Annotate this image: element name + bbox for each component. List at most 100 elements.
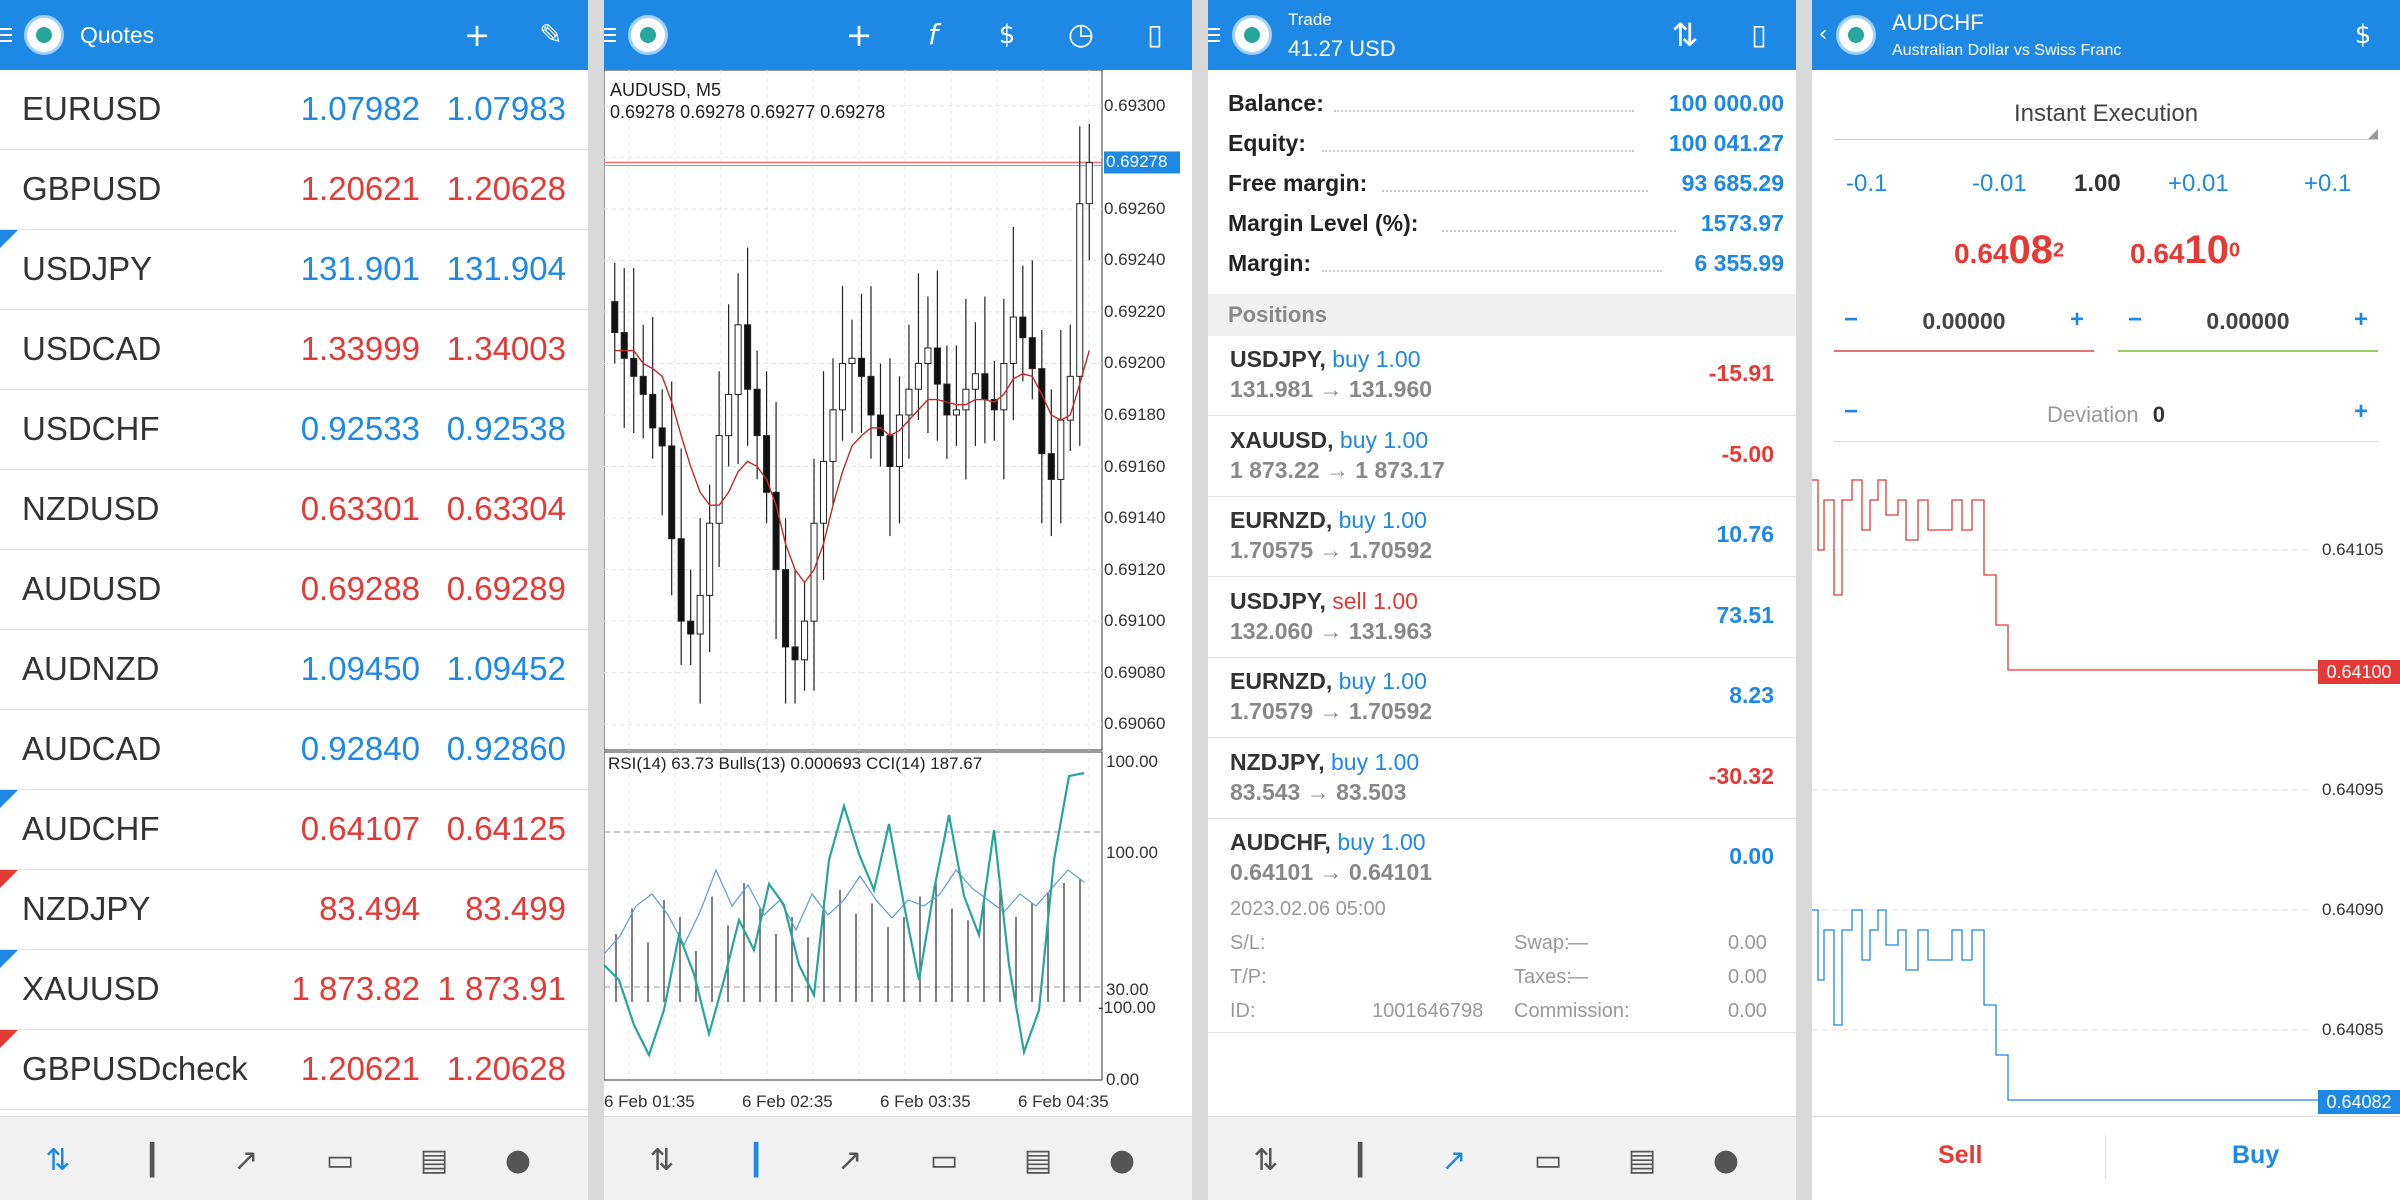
- quote-row[interactable]: AUDCHF 0.64107 0.64125: [0, 790, 588, 870]
- history-icon[interactable]: ▭: [924, 1141, 964, 1181]
- quote-row[interactable]: USDCAD 1.33999 1.34003: [0, 310, 588, 390]
- menu-icon[interactable]: [604, 28, 616, 42]
- volume-value[interactable]: 1.00: [2074, 170, 2121, 198]
- app-logo[interactable]: [628, 15, 668, 55]
- candle-bull: [838, 362, 847, 411]
- plus-icon[interactable]: +: [2354, 398, 2368, 426]
- quote-bid: 1.20621: [300, 170, 420, 207]
- history-icon[interactable]: ▭: [1528, 1141, 1568, 1181]
- quote-row[interactable]: USDCHF 0.92533 0.92538: [0, 390, 588, 470]
- symbol-icon[interactable]: $: [2342, 14, 2384, 56]
- edit-icon[interactable]: ✎: [530, 14, 572, 56]
- history-icon[interactable]: ▭: [320, 1141, 360, 1181]
- indicators-icon[interactable]: f: [912, 14, 954, 56]
- candle-bull: [829, 409, 837, 462]
- quotes-icon[interactable]: ⇅: [1246, 1141, 1286, 1181]
- news-icon[interactable]: ▤: [1622, 1141, 1662, 1181]
- app-logo[interactable]: [1836, 15, 1876, 55]
- taxes-label: Taxes:: [1514, 966, 1572, 988]
- quote-row[interactable]: GBPUSD 1.20621 1.20628: [0, 150, 588, 230]
- deviation-stepper[interactable]: − Deviation 0 +: [1834, 392, 2378, 442]
- buy-button[interactable]: Buy: [2232, 1141, 2279, 1170]
- commission-value: 0.00: [1728, 1000, 1767, 1022]
- candle-bear: [658, 427, 666, 447]
- quote-ask: 0.64125: [446, 810, 566, 847]
- quotes-icon[interactable]: ⇅: [38, 1141, 78, 1181]
- position-row[interactable]: AUDCHF, buy 1.00 0.64101 → 0.64101 0.00: [1208, 819, 1796, 899]
- quote-row[interactable]: NZDJPY 83.494 83.499: [0, 870, 588, 950]
- quotes-icon[interactable]: ⇅: [642, 1141, 682, 1181]
- volume-step-button[interactable]: -0.01: [1972, 170, 2027, 198]
- quote-bid: 0.92533: [300, 410, 420, 447]
- chat-icon[interactable]: ●: [1102, 1141, 1142, 1181]
- position-row[interactable]: NZDJPY, buy 1.00 83.543 → 83.503 -30.32: [1208, 739, 1796, 819]
- chat-icon[interactable]: ●: [498, 1141, 538, 1181]
- chart-icon[interactable]: ┃: [1340, 1141, 1380, 1181]
- position-row[interactable]: EURNZD, buy 1.00 1.70575 → 1.70592 10.76: [1208, 497, 1796, 577]
- position-side: buy 1.00: [1339, 426, 1429, 453]
- quote-ask: 1.34003: [446, 330, 566, 367]
- position-prices: 1.70575 → 1.70592: [1230, 537, 1433, 563]
- news-icon[interactable]: ▤: [1018, 1141, 1058, 1181]
- quote-row[interactable]: NZDUSD 0.63301 0.63304: [0, 470, 588, 550]
- stop-loss-value[interactable]: 0.00000: [1834, 308, 2094, 335]
- quote-row[interactable]: AUDNZD 1.09450 1.09452: [0, 630, 588, 710]
- back-icon[interactable]: ‹: [1812, 14, 1834, 56]
- chart-icon[interactable]: ┃: [132, 1141, 172, 1181]
- position-row[interactable]: XAUUSD, buy 1.00 1 873.22 → 1 873.17 -5.00: [1208, 417, 1796, 497]
- quote-row[interactable]: GBPUSDcheck 1.20621 1.20628: [0, 1030, 588, 1110]
- candle-bear: [668, 445, 676, 540]
- account-label: Free margin:: [1228, 170, 1368, 196]
- sell-price-big: 08: [2008, 228, 2054, 272]
- quote-bid: 131.901: [300, 250, 420, 287]
- sell-button[interactable]: Sell: [1938, 1141, 1982, 1170]
- new-order-icon[interactable]: ▯: [1738, 14, 1780, 56]
- menu-icon[interactable]: [1208, 28, 1220, 42]
- trade-icon[interactable]: ↗: [830, 1141, 870, 1181]
- quote-bid: 0.63301: [300, 490, 420, 527]
- crosshair-icon[interactable]: +: [838, 14, 880, 56]
- time-tick-label: 6 Feb 03:35: [880, 1092, 971, 1111]
- position-symbol-line: USDJPY, buy 1.00: [1230, 346, 1421, 373]
- new-order-icon[interactable]: ▯: [1134, 14, 1176, 56]
- timeframe-icon[interactable]: ◷: [1060, 14, 1102, 56]
- sort-icon[interactable]: ⇅: [1664, 14, 1706, 56]
- buy-price[interactable]: 0.64100: [2130, 228, 2240, 273]
- execution-type-select[interactable]: Instant Execution: [1834, 90, 2378, 140]
- quote-row[interactable]: AUDCAD 0.92840 0.92860: [0, 710, 588, 790]
- chat-icon[interactable]: ●: [1706, 1141, 1746, 1181]
- plus-icon[interactable]: +: [2070, 306, 2084, 334]
- trade-icon[interactable]: ↗: [226, 1141, 266, 1181]
- trade-icon[interactable]: ↗: [1434, 1141, 1474, 1181]
- volume-step-button[interactable]: +0.1: [2304, 170, 2351, 198]
- plus-icon[interactable]: +: [2354, 306, 2368, 334]
- position-row[interactable]: USDJPY, sell 1.00 132.060 → 131.963 73.51: [1208, 578, 1796, 658]
- divider: [2105, 1135, 2106, 1179]
- quote-row[interactable]: XAUUSD 1 873.82 1 873.91: [0, 950, 588, 1030]
- tick-price-label: 0.64085: [2322, 1020, 2384, 1039]
- take-profit-stepper[interactable]: − 0.00000 +: [2118, 300, 2378, 352]
- news-icon[interactable]: ▤: [414, 1141, 454, 1181]
- stop-loss-stepper[interactable]: − 0.00000 +: [1834, 300, 2094, 352]
- volume-step-button[interactable]: -0.1: [1846, 170, 1887, 198]
- position-profit: -5.00: [1721, 440, 1774, 467]
- price-chart[interactable]: [604, 70, 1192, 1116]
- deviation-value[interactable]: 0: [2153, 402, 2165, 427]
- take-profit-value[interactable]: 0.00000: [2118, 308, 2378, 335]
- sell-price[interactable]: 0.64082: [1954, 228, 2064, 273]
- quote-row[interactable]: EURUSD 1.07982 1.07983: [0, 70, 588, 150]
- quote-row[interactable]: USDJPY 131.901 131.904: [0, 230, 588, 310]
- position-row[interactable]: EURNZD, buy 1.00 1.70579 → 1.70592 8.23: [1208, 658, 1796, 738]
- add-symbol-icon[interactable]: +: [456, 14, 498, 56]
- volume-step-button[interactable]: +0.01: [2168, 170, 2229, 198]
- quote-row[interactable]: AUDUSD 0.69288 0.69289: [0, 550, 588, 630]
- app-logo[interactable]: [24, 15, 64, 55]
- position-row[interactable]: USDJPY, buy 1.00 131.981 → 131.960 -15.91: [1208, 336, 1796, 416]
- bid-tick-line: [1812, 479, 2400, 671]
- app-logo[interactable]: [1232, 15, 1272, 55]
- trade-title: Trade: [1288, 10, 1332, 29]
- chart-icon[interactable]: ┃: [736, 1141, 776, 1181]
- sl-label: S/L:: [1230, 932, 1266, 954]
- symbol-icon[interactable]: $: [986, 14, 1028, 56]
- menu-icon[interactable]: [0, 28, 12, 42]
